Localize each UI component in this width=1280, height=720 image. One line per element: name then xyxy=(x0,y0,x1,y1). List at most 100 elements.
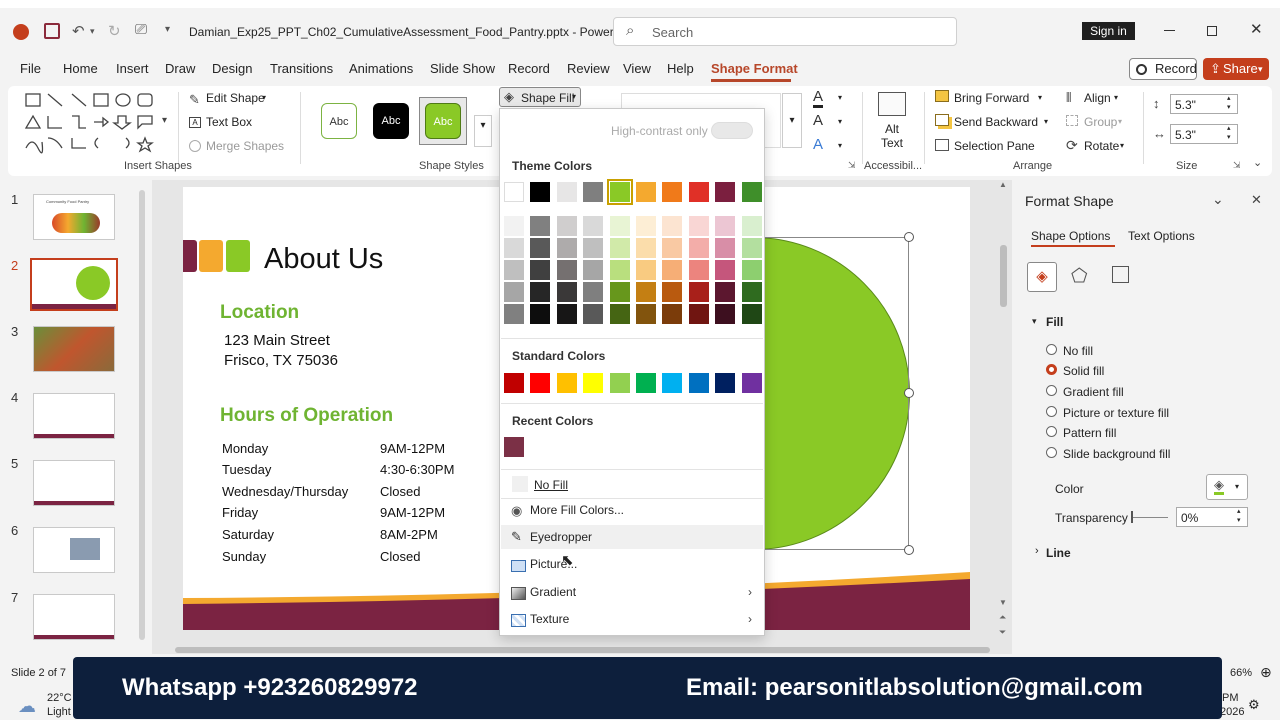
location-heading[interactable]: Location xyxy=(220,302,299,324)
solid-fill-radio[interactable] xyxy=(1046,364,1057,375)
picture-texture-fill-radio[interactable] xyxy=(1046,406,1057,417)
option-label[interactable]: Slide background fill xyxy=(1063,447,1170,461)
rotate-button[interactable]: Rotate xyxy=(1084,139,1119,153)
pane-close-icon[interactable]: ✕ xyxy=(1251,192,1262,208)
theme-shade-swatch[interactable] xyxy=(636,238,656,258)
theme-shade-swatch[interactable] xyxy=(688,238,709,258)
theme-shade-swatch[interactable] xyxy=(715,260,736,280)
menu-view[interactable]: View xyxy=(623,61,651,76)
shape-styles-more-icon[interactable]: ▾ xyxy=(474,115,492,147)
align-dropdown-icon[interactable]: ▾ xyxy=(1114,93,1118,102)
theme-shade-swatch[interactable] xyxy=(688,304,709,324)
theme-shade-swatch[interactable] xyxy=(609,282,630,302)
theme-shade-swatch[interactable] xyxy=(504,260,524,280)
transparency-slider[interactable] xyxy=(1132,517,1168,518)
theme-color-swatch[interactable] xyxy=(583,182,604,202)
theme-shade-swatch[interactable] xyxy=(530,260,551,280)
menu-review[interactable]: Review xyxy=(567,61,610,76)
slide-thumbnail-7[interactable] xyxy=(33,594,115,640)
standard-color-swatch[interactable] xyxy=(530,373,551,393)
no-fill-item[interactable]: No Fill xyxy=(534,478,568,492)
address-line-2[interactable]: Frisco, TX 75036 xyxy=(224,352,338,369)
alt-text-button[interactable]: Alt Text xyxy=(873,90,911,152)
sign-in-button[interactable]: Sign in xyxy=(1082,22,1135,40)
color-picker-button[interactable]: ◈ ▾ xyxy=(1206,474,1248,500)
theme-shade-swatch[interactable] xyxy=(662,304,683,324)
texture-item[interactable]: Texture xyxy=(530,612,569,626)
address-line-1[interactable]: 123 Main Street xyxy=(224,332,330,349)
shapes-gallery[interactable] xyxy=(22,90,162,156)
previous-slide-icon[interactable]: ⏶ xyxy=(999,612,1006,623)
present-icon[interactable]: ⎚ xyxy=(135,21,147,38)
shape-fill-button[interactable]: ◈ Shape Fill ▾ xyxy=(499,87,581,107)
theme-shade-swatch[interactable] xyxy=(530,282,551,302)
theme-shade-swatch[interactable] xyxy=(556,238,577,258)
undo-icon[interactable]: ↶ xyxy=(72,22,85,40)
shape-style-black[interactable]: Abc xyxy=(373,103,409,139)
theme-shade-swatch[interactable] xyxy=(662,216,683,236)
theme-shade-swatch[interactable] xyxy=(636,260,656,280)
theme-shade-swatch[interactable] xyxy=(662,260,683,280)
slide-thumbnail-5[interactable] xyxy=(33,460,115,506)
effects-icon[interactable]: ⬠ xyxy=(1071,265,1088,288)
thumbnails-scrollbar[interactable] xyxy=(139,190,145,640)
theme-color-swatch[interactable] xyxy=(530,182,551,202)
theme-shade-swatch[interactable] xyxy=(556,304,577,324)
standard-color-swatch[interactable] xyxy=(715,373,736,393)
menu-slide-show[interactable]: Slide Show xyxy=(430,61,495,76)
option-label[interactable]: Pattern fill xyxy=(1063,426,1116,440)
recent-color-swatch[interactable] xyxy=(504,437,524,457)
selection-pane-button[interactable]: Selection Pane xyxy=(954,139,1035,153)
undo-dropdown-icon[interactable]: ▾ xyxy=(90,26,95,37)
fill-expand-icon[interactable]: ▾ xyxy=(1032,316,1037,327)
edit-shape-dropdown-icon[interactable]: ▾ xyxy=(262,93,266,102)
slide-thumbnail-2[interactable] xyxy=(30,258,118,311)
slide-thumbnail-3[interactable] xyxy=(33,326,115,372)
theme-shade-swatch[interactable] xyxy=(504,282,524,302)
share-dropdown-icon[interactable]: ▾ xyxy=(1258,58,1263,80)
theme-shade-swatch[interactable] xyxy=(530,238,551,258)
notifications-icon[interactable]: ⚙ xyxy=(1248,697,1260,713)
theme-shade-swatch[interactable] xyxy=(636,216,656,236)
standard-color-swatch[interactable] xyxy=(636,373,656,393)
standard-color-swatch[interactable] xyxy=(662,373,683,393)
more-fill-colors-item[interactable]: More Fill Colors... xyxy=(530,503,624,517)
menu-design[interactable]: Design xyxy=(212,61,252,76)
menu-transitions[interactable]: Transitions xyxy=(270,61,333,76)
tab-text-options[interactable]: Text Options xyxy=(1128,229,1195,243)
menu-home[interactable]: Home xyxy=(63,61,98,76)
standard-color-swatch[interactable] xyxy=(583,373,604,393)
size-dialog-launcher-icon[interactable]: ⇲ xyxy=(1233,160,1241,171)
rotate-dropdown-icon[interactable]: ▾ xyxy=(1120,141,1124,150)
eyedropper-item[interactable]: Eyedropper xyxy=(530,530,592,544)
close-window-icon[interactable]: ✕ xyxy=(1250,20,1263,38)
hours-heading[interactable]: Hours of Operation xyxy=(220,405,393,427)
line-expand-icon[interactable]: › xyxy=(1035,545,1039,557)
height-spinner-icon[interactable]: ▴ ▾ xyxy=(1227,94,1231,112)
theme-shade-swatch[interactable] xyxy=(583,304,604,324)
theme-shade-swatch[interactable] xyxy=(662,282,683,302)
menu-record[interactable]: Record xyxy=(508,61,550,76)
theme-shade-swatch[interactable] xyxy=(504,238,524,258)
slide-thumbnail-4[interactable] xyxy=(33,393,115,439)
no-fill-radio[interactable] xyxy=(1046,344,1057,355)
theme-shade-swatch[interactable] xyxy=(741,282,762,302)
transparency-slider-thumb[interactable] xyxy=(1131,511,1133,523)
menu-insert[interactable]: Insert xyxy=(116,61,149,76)
save-icon[interactable] xyxy=(44,23,60,39)
theme-shade-swatch[interactable] xyxy=(741,238,762,258)
redo-icon[interactable]: ↻ xyxy=(108,22,121,40)
send-backward-dropdown-icon[interactable]: ▾ xyxy=(1044,117,1048,126)
theme-shade-swatch[interactable] xyxy=(583,238,604,258)
menu-help[interactable]: Help xyxy=(667,61,694,76)
theme-shade-swatch[interactable] xyxy=(688,282,709,302)
theme-shade-swatch[interactable] xyxy=(530,304,551,324)
height-input[interactable]: 5.3" ▴ ▾ xyxy=(1170,94,1238,114)
theme-shade-swatch[interactable] xyxy=(741,216,762,236)
standard-color-swatch[interactable] xyxy=(556,373,577,393)
scroll-down-icon[interactable]: ▼ xyxy=(999,598,1007,607)
theme-shade-swatch[interactable] xyxy=(609,238,630,258)
theme-shade-swatch[interactable] xyxy=(715,282,736,302)
text-fill-dropdown-icon[interactable]: ▾ xyxy=(838,93,842,102)
shape-style-green[interactable]: Abc xyxy=(425,103,461,139)
